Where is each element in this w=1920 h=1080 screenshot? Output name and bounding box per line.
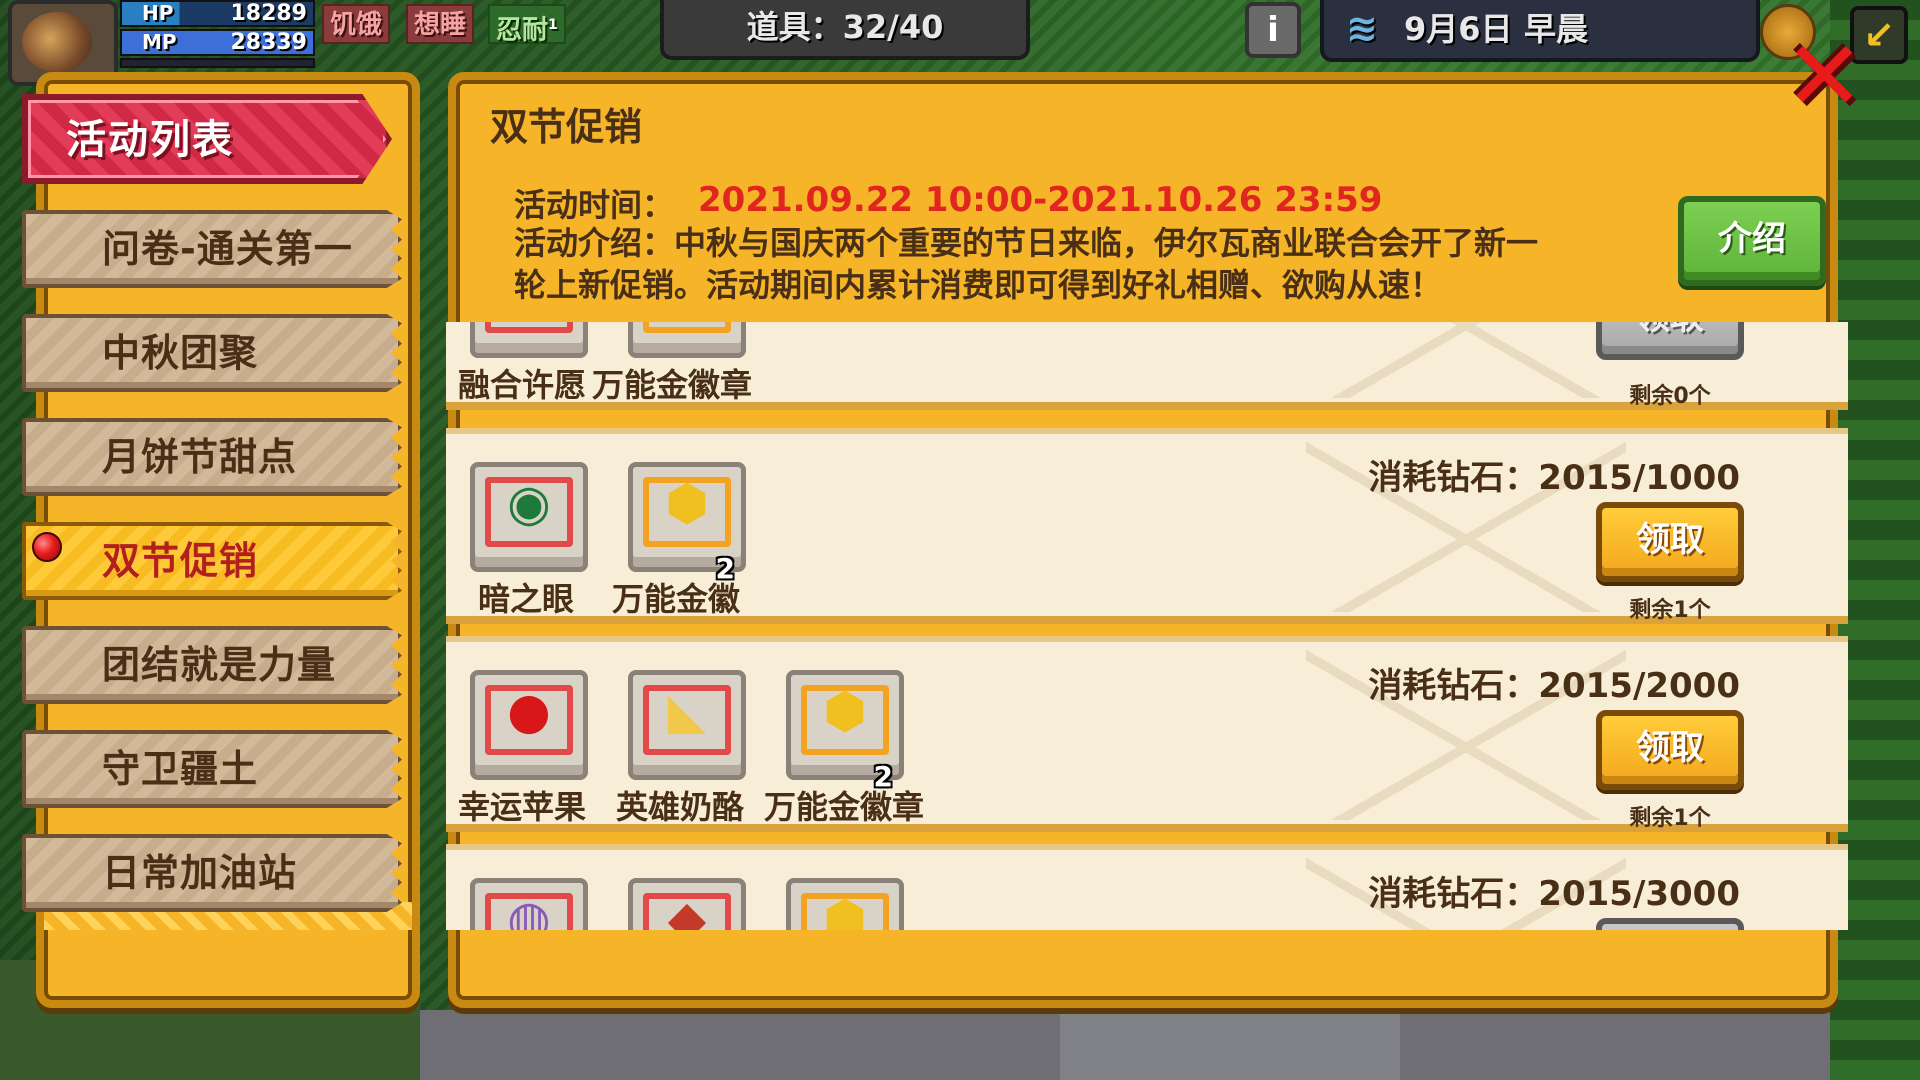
sidebar-item-mooncake[interactable]: 月饼节甜点 xyxy=(22,418,402,496)
intro-button[interactable]: 介绍 xyxy=(1678,196,1826,286)
reward-item-slot[interactable] xyxy=(470,322,588,358)
reward-item-slot[interactable]: ● xyxy=(470,670,588,780)
gold-badge-icon: ⬢ xyxy=(823,682,867,740)
sidebar-item-mid-autumn[interactable]: 中秋团聚 xyxy=(22,314,402,392)
sidebar-item-label: 月饼节甜点 xyxy=(102,435,298,479)
event-title: 双节促销 xyxy=(490,105,643,149)
mp-value: 28339 xyxy=(230,30,307,55)
diamond-cost: 消耗钻石：2015/2000 xyxy=(1368,666,1740,706)
date-text: 9月6日 xyxy=(1404,10,1513,48)
claim-button[interactable]: 领取 xyxy=(1596,502,1744,582)
road-stone xyxy=(1060,1010,1400,1080)
status-endure-badge: 1 xyxy=(548,17,558,33)
reward-row: 消耗钻石：2015/3000 ◍ ◆ ⬢ xyxy=(446,844,1848,930)
event-description-line: 活动介绍：中秋与国庆两个重要的节日来临，伊尔瓦商业联合会开了新一 xyxy=(514,224,1539,262)
gold-badge-icon: ⬢ xyxy=(823,890,867,930)
reward-item-slot[interactable] xyxy=(628,322,746,358)
info-icon[interactable]: i xyxy=(1245,2,1301,58)
date-panel: ≋ 9月6日 早晨 xyxy=(1320,0,1760,62)
sidebar-item-double-festival[interactable]: 双节促销 xyxy=(22,522,402,600)
sidebar-item-label: 中秋团聚 xyxy=(102,331,259,375)
reward-item-slot[interactable]: ◍ xyxy=(470,878,588,930)
sidebar-item-label: 团结就是力量 xyxy=(102,643,337,687)
reward-row: 消耗钻石：2015/2000 ● ◣ ⬢ 2 幸运苹果 英雄奶酪 万能金徽章 领… xyxy=(446,636,1848,832)
reward-item-slot[interactable]: ◉ xyxy=(470,462,588,572)
close-icon[interactable]: ✕ xyxy=(1784,28,1864,124)
player-stats: HP 18289 MP 28339 xyxy=(120,0,315,70)
potion-icon: ◍ xyxy=(507,890,551,930)
reward-item-slot[interactable]: ⬢ xyxy=(786,878,904,930)
reward-row: 消耗钻石：2015/1000 ◉ ⬢ 2 暗之眼 万能金徽 领取 剩余1个 xyxy=(446,428,1848,624)
fruit-icon: ◆ xyxy=(667,890,707,930)
reward-list[interactable]: 融合许愿 万能金徽章 领取 剩余0个 消耗钻石：2015/1000 ◉ ⬢ 2 … xyxy=(446,322,1848,930)
reward-item-slot[interactable]: ◣ xyxy=(628,670,746,780)
reward-item-name: 万能金徽章 xyxy=(592,366,753,404)
notification-dot xyxy=(32,532,62,562)
hp-bar: HP 18289 xyxy=(120,0,315,27)
reward-item-slot[interactable]: ⬢ 2 xyxy=(628,462,746,585)
status-endure[interactable]: 忍耐1 xyxy=(488,4,566,46)
remaining-count: 剩余1个 xyxy=(1629,598,1711,623)
event-time-label: 活动时间： xyxy=(514,186,675,224)
remaining-count: 剩余1个 xyxy=(1629,806,1711,831)
sidebar-item-label: 双节促销 xyxy=(102,539,259,583)
status-sleepy[interactable]: 想睡 xyxy=(406,4,475,44)
status-endure-label: 忍耐 xyxy=(496,15,549,46)
cheese-icon: ◣ xyxy=(667,682,707,740)
gold-badge-icon: ⬢ xyxy=(665,474,709,532)
reward-item-name: 暗之眼 xyxy=(478,580,575,618)
claim-button[interactable]: 领取 xyxy=(1596,710,1744,790)
inventory-counter[interactable]: 道具：32/40 xyxy=(660,0,1030,60)
reward-item-slot[interactable]: ⬢ 2 xyxy=(786,670,904,793)
sp-bar xyxy=(120,58,315,68)
time-of-day-text: 早晨 xyxy=(1524,10,1589,48)
mp-bar: MP 28339 xyxy=(120,29,315,56)
hp-value: 18289 xyxy=(230,1,307,26)
claim-button[interactable]: 领取 xyxy=(1596,322,1744,360)
diamond-cost: 消耗钻石：2015/3000 xyxy=(1368,874,1740,914)
dark-eye-icon: ◉ xyxy=(507,474,551,532)
sidebar-item-survey[interactable]: 问卷-通关第一 xyxy=(22,210,402,288)
activity-list-title: 活动列表 xyxy=(66,117,234,163)
reward-item-name: 万能金徽 xyxy=(612,580,741,618)
apple-icon: ● xyxy=(507,682,551,740)
sidebar-item-label: 问卷-通关第一 xyxy=(102,227,353,271)
claim-button[interactable] xyxy=(1596,918,1744,930)
event-time-value: 2021.09.22 10:00-2021.10.26 23:59 xyxy=(698,180,1383,220)
diamond-cost: 消耗钻石：2015/1000 xyxy=(1368,458,1740,498)
event-description-line: 轮上新促销。活动期间内累计消费即可得到好礼相赠、欲购从速！ xyxy=(514,266,1443,304)
reward-row: 融合许愿 万能金徽章 领取 剩余0个 xyxy=(446,322,1848,410)
reward-item-name: 英雄奶酪 xyxy=(616,788,745,826)
remaining-count: 剩余0个 xyxy=(1629,384,1711,409)
status-hungry[interactable]: 饥饿 xyxy=(322,4,391,44)
reward-item-name: 融合许愿 xyxy=(458,366,587,404)
reward-item-slot[interactable]: ◆ xyxy=(628,878,746,930)
reward-item-name: 万能金徽章 xyxy=(764,788,925,826)
mp-label: MP xyxy=(142,30,177,54)
hp-label: HP xyxy=(142,1,174,25)
sidebar-item-label: 日常加油站 xyxy=(102,851,298,895)
sidebar-item-defend[interactable]: 守卫疆土 xyxy=(22,730,402,808)
sidebar-item-unity[interactable]: 团结就是力量 xyxy=(22,626,402,704)
activity-list-header: 活动列表 xyxy=(22,94,392,184)
event-description: 活动介绍：中秋与国庆两个重要的节日来临，伊尔瓦商业联合会开了新一 轮上新促销。活… xyxy=(514,222,1664,306)
wind-icon: ≋ xyxy=(1346,6,1378,50)
reward-item-name: 幸运苹果 xyxy=(458,788,587,826)
sidebar-item-label: 守卫疆土 xyxy=(102,747,259,791)
sidebar-item-daily[interactable]: 日常加油站 xyxy=(22,834,402,912)
